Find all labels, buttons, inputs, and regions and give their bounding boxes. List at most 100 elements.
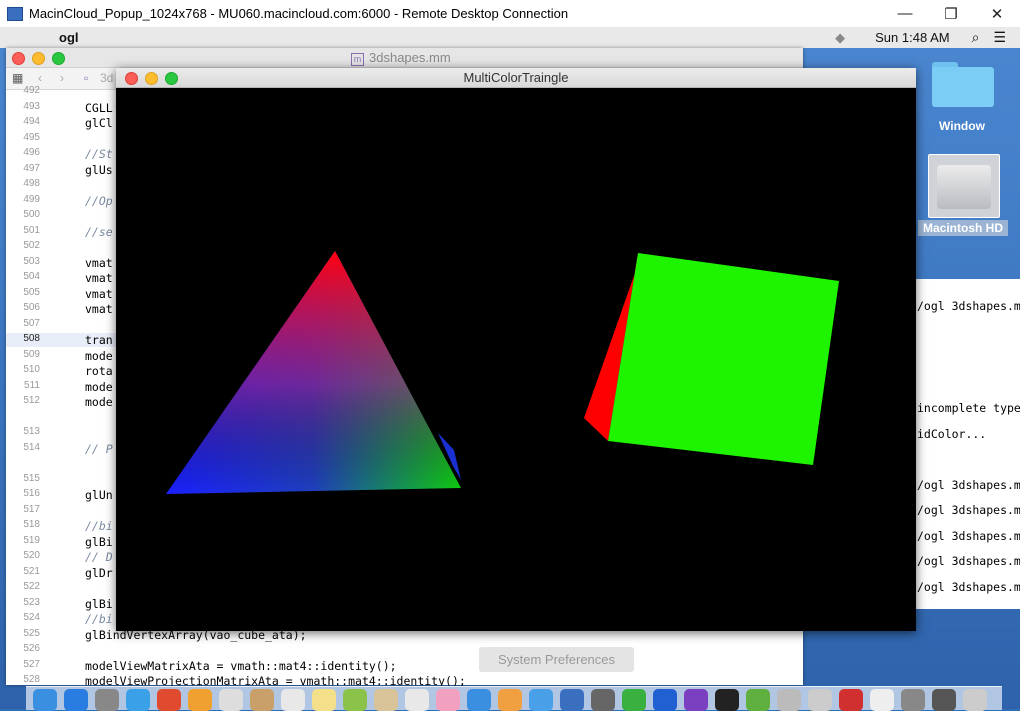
line-text: glUs	[85, 162, 113, 177]
line-number: 502	[23, 240, 40, 251]
dock-app-icon[interactable]	[343, 689, 367, 711]
dock-app-icon[interactable]	[870, 689, 894, 711]
terminal-line: idColor...	[917, 426, 987, 441]
line-number: 516	[23, 488, 40, 499]
dock-app-icon[interactable]	[591, 689, 615, 711]
line-number: 507	[23, 317, 40, 329]
terminal-line: /ogl 3dshapes.mm	[917, 554, 1020, 568]
line-text: vmat	[85, 255, 113, 270]
line-number: 511	[24, 379, 40, 391]
terminal-line: /ogl 3dshapes.mm	[917, 477, 1020, 492]
wifi-icon[interactable]: ◆	[835, 30, 857, 46]
dock-app-icon[interactable]	[33, 689, 57, 711]
dock-app-icon[interactable]	[250, 689, 274, 711]
line-number: 518	[23, 519, 40, 530]
gl-minimize-button[interactable]	[145, 72, 158, 85]
line-text: glBi	[85, 534, 113, 549]
dock-app-icon[interactable]	[560, 689, 584, 711]
xcode-minimize-button[interactable]	[32, 52, 45, 65]
dock-app-icon[interactable]	[312, 689, 336, 711]
terminal-line: /ogl 3dshapes.mm	[917, 579, 1020, 594]
line-number: 528	[23, 674, 40, 685]
app-menu-ogl[interactable]: ogl	[59, 30, 79, 45]
xcode-zoom-button[interactable]	[52, 52, 65, 65]
rdp-window-title: MacinCloud_Popup_1024x768 - MU060.macinc…	[29, 6, 569, 21]
dock-app-icon[interactable]	[188, 689, 212, 711]
jump-bar-label[interactable]: 3d	[100, 71, 113, 85]
xcode-close-button[interactable]	[12, 52, 25, 65]
line-number: 501	[23, 224, 40, 236]
line-number: 503	[23, 255, 40, 267]
dock-app-icon[interactable]	[529, 689, 553, 711]
jump-bar-file-icon: ▫	[84, 71, 89, 85]
dock-app-icon[interactable]	[622, 689, 646, 711]
notification-center-icon[interactable]: ☰	[993, 29, 1006, 46]
dock-app-icon[interactable]	[498, 689, 522, 711]
line-text: //bi	[85, 612, 113, 626]
gl-close-button[interactable]	[125, 72, 138, 85]
dock	[26, 686, 1002, 711]
back-arrow-icon[interactable]: ‹	[38, 71, 42, 85]
dock-app-icon[interactable]	[808, 689, 832, 711]
menubar-clock[interactable]: Sun 1:48 AM	[875, 30, 949, 45]
line-number: 498	[23, 178, 40, 189]
line-number: 519	[23, 534, 40, 546]
line-text: mode	[85, 395, 113, 409]
line-text: tran	[85, 333, 113, 347]
dock-app-icon[interactable]	[405, 689, 429, 711]
line-number: 492	[23, 85, 40, 96]
spotlight-search-icon[interactable]: ⌕	[972, 29, 980, 46]
dock-app-icon[interactable]	[684, 689, 708, 711]
dock-app-icon[interactable]	[126, 689, 150, 711]
dock-app-icon[interactable]	[901, 689, 925, 711]
triangle-red-overlay	[166, 251, 461, 494]
opengl-window: MultiColorTraingle	[116, 68, 916, 631]
restore-button[interactable]: ❐	[928, 5, 974, 23]
dock-app-icon[interactable]	[436, 689, 460, 711]
xcode-file-title: m 3dshapes.mm	[351, 50, 451, 66]
line-number: 495	[23, 131, 40, 143]
terminal-line: incomplete type	[917, 401, 1020, 415]
line-text: modelViewMatrixAta = vmath::mat4::identi…	[85, 658, 397, 673]
system-preferences-tooltip: System Preferences	[479, 647, 634, 672]
code-line[interactable]: 527 modelViewMatrixAta = vmath::mat4::ide…	[6, 659, 803, 673]
dock-app-icon[interactable]	[95, 689, 119, 711]
gl-title-bar: MultiColorTraingle	[116, 68, 916, 88]
minimize-button[interactable]: —	[882, 5, 928, 22]
dock-app-icon[interactable]	[839, 689, 863, 711]
gl-window-title: MultiColorTraingle	[463, 70, 569, 85]
grid-icon[interactable]: ▦	[12, 71, 23, 85]
gl-zoom-button[interactable]	[165, 72, 178, 85]
line-number: 506	[23, 302, 40, 313]
line-number: 494	[23, 116, 40, 127]
line-text: vmat	[85, 271, 113, 285]
dock-app-icon[interactable]	[932, 689, 956, 711]
line-text: glCl	[85, 116, 113, 130]
dock-app-icon[interactable]	[746, 689, 770, 711]
dock-app-icon[interactable]	[374, 689, 398, 711]
macintosh-hd-icon[interactable]	[928, 154, 1000, 218]
line-number: 512	[23, 395, 40, 406]
dock-app-icon[interactable]	[715, 689, 739, 711]
dock-app-icon[interactable]	[467, 689, 491, 711]
cube-front-face	[608, 253, 839, 465]
dock-app-icon[interactable]	[653, 689, 677, 711]
line-text: mode	[85, 379, 113, 394]
dock-app-icon[interactable]	[64, 689, 88, 711]
line-number: 509	[23, 348, 40, 360]
rdp-title-bar: MacinCloud_Popup_1024x768 - MU060.macinc…	[0, 0, 1020, 27]
dock-app-icon[interactable]	[963, 689, 987, 711]
dock-app-icon[interactable]	[157, 689, 181, 711]
forward-arrow-icon[interactable]: ›	[60, 71, 64, 85]
line-number: 514	[23, 441, 40, 453]
dock-app-icon[interactable]	[219, 689, 243, 711]
line-text: glUn	[85, 488, 113, 502]
window-folder-icon[interactable]	[932, 62, 994, 107]
line-text: CGLL	[85, 100, 113, 115]
code-line[interactable]: 526	[6, 643, 803, 657]
close-button[interactable]: ✕	[974, 5, 1020, 23]
dock-app-icon[interactable]	[281, 689, 305, 711]
file-title-text: 3dshapes.mm	[369, 50, 451, 65]
line-text: vmat	[85, 302, 113, 316]
dock-app-icon[interactable]	[777, 689, 801, 711]
